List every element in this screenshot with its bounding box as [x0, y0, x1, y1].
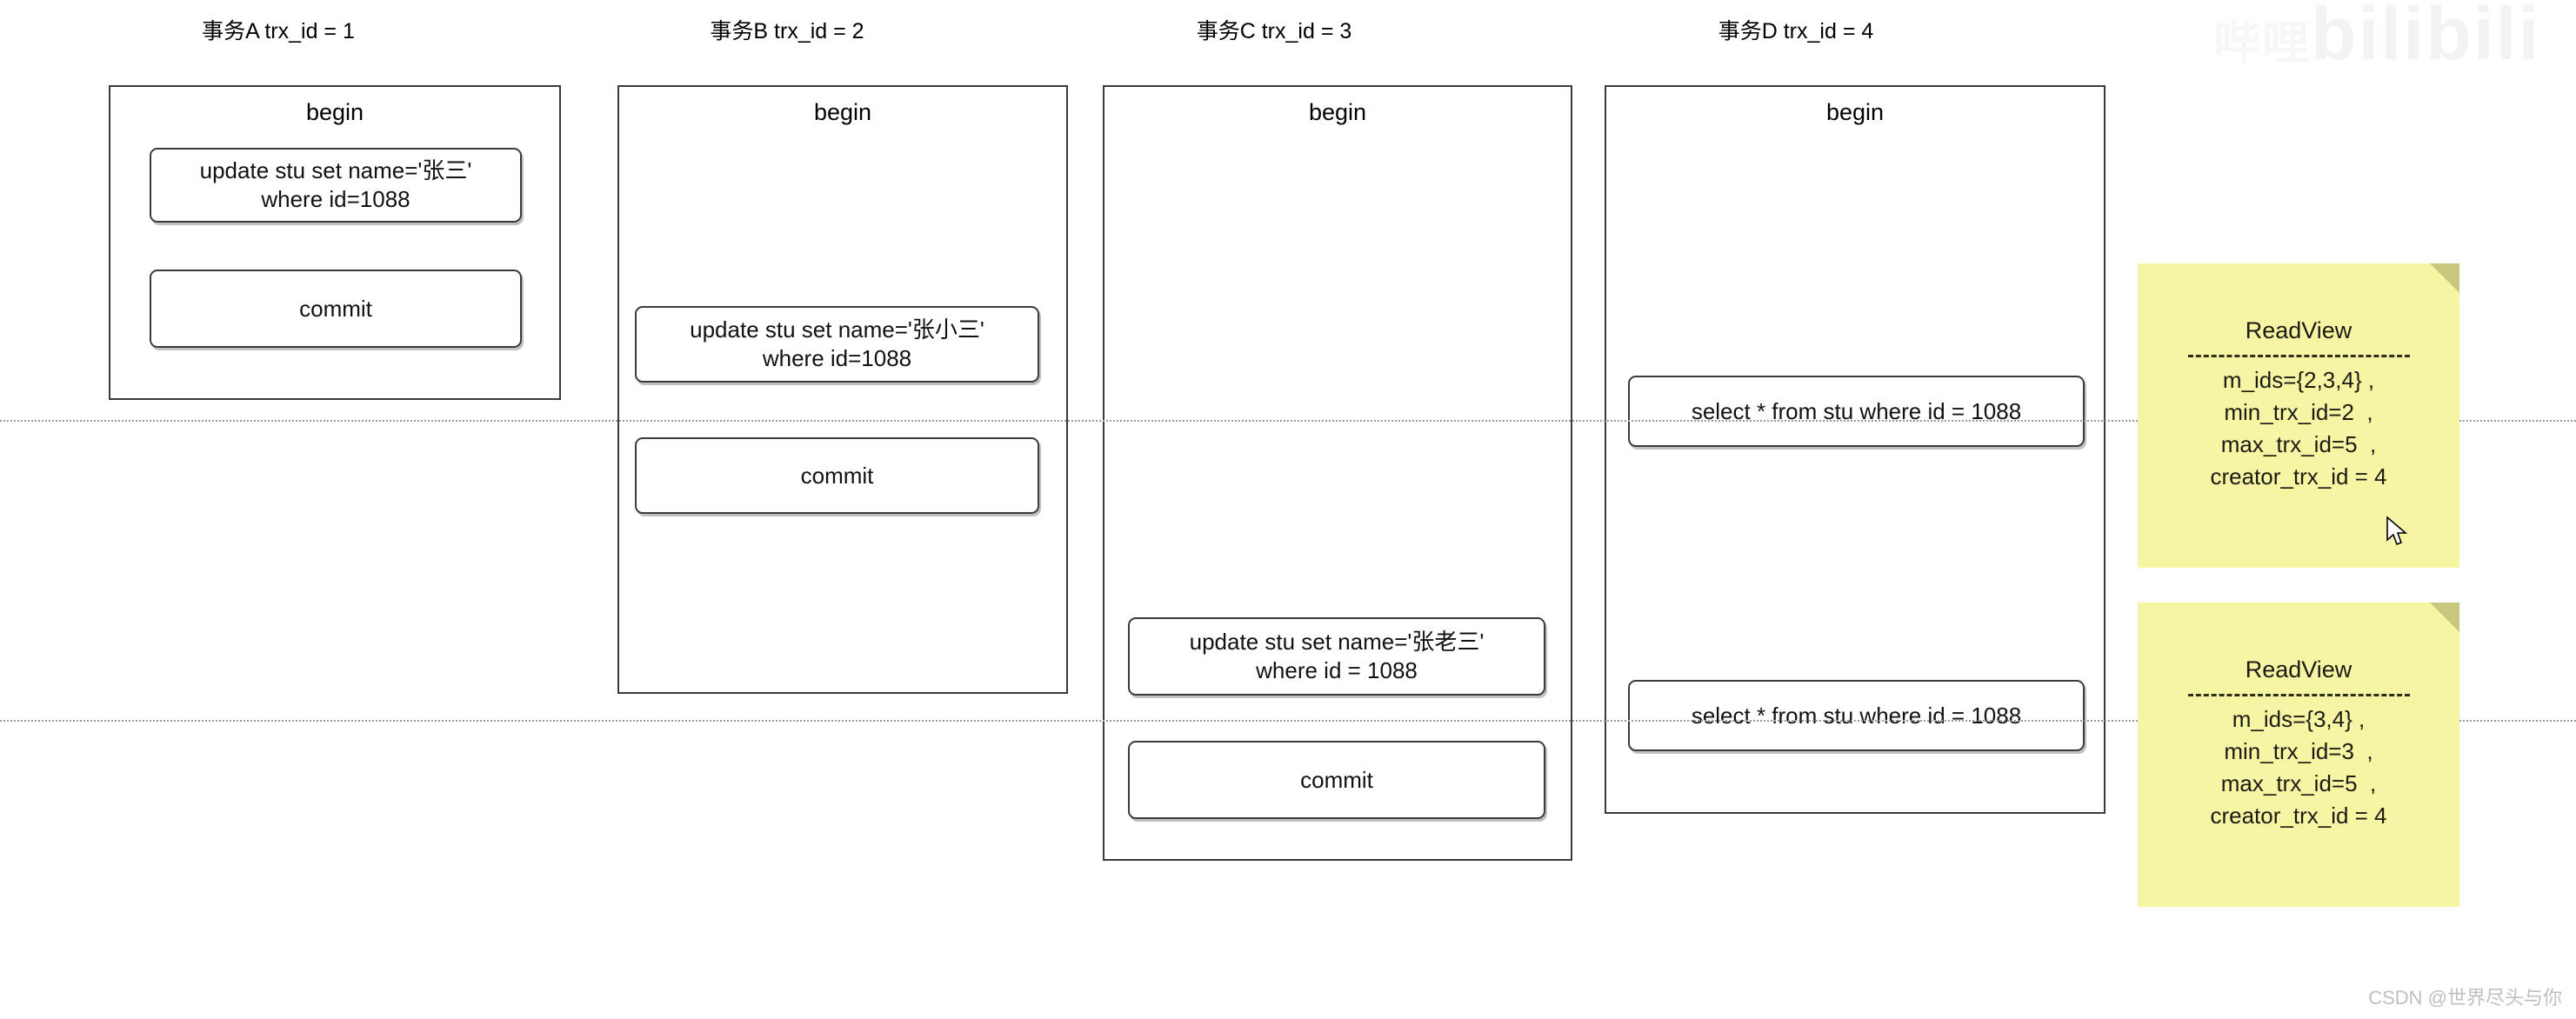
readview-note-2-separator	[2187, 694, 2410, 696]
transaction-c-update-statement[interactable]: update stu set name='张老三' where id = 108…	[1128, 617, 1545, 696]
bilibili-watermark: 哔哩bilibili	[2213, 0, 2576, 87]
readview-2-creator-trx-id: creator_trx_id = 4	[2210, 802, 2387, 829]
transaction-a-commit-statement[interactable]: commit	[150, 270, 522, 348]
readview-2-min-trx-id: min_trx_id=3 ,	[2224, 737, 2373, 764]
readview-1-m-ids: m_ids={2,3,4} ,	[2222, 367, 2375, 393]
readview-note-1: ReadView m_ids={2,3,4} , min_trx_id=2 , …	[2138, 263, 2459, 568]
readview-2-max-trx-id: max_trx_id=5 ,	[2220, 769, 2377, 796]
readview-note-2: ReadView m_ids={3,4} , min_trx_id=3 , ma…	[2138, 603, 2459, 907]
transaction-d-select-statement-2[interactable]: select * from stu where id = 1088	[1628, 680, 2085, 751]
bilibili-watermark-en: bilibili	[2311, 0, 2541, 76]
readview-1-creator-trx-id: creator_trx_id = 4	[2210, 463, 2387, 490]
transaction-c-commit-text: commit	[1300, 766, 1373, 793]
transaction-b-update-text: update stu set name='张小三' where id=1088	[690, 316, 984, 371]
readview-note-2-title: ReadView	[2245, 656, 2352, 683]
transaction-a-header: 事务A trx_id = 1	[202, 19, 355, 43]
readview-note-1-separator	[2187, 355, 2410, 357]
bilibili-watermark-cn: 哔哩	[2213, 17, 2311, 70]
note-fold-icon-2	[2430, 603, 2459, 632]
transaction-a-begin-label: begin	[305, 99, 364, 125]
transaction-d-header: 事务D trx_id = 4	[1718, 19, 1874, 43]
note-fold-icon-1	[2430, 263, 2459, 293]
readview-note-1-title: ReadView	[2245, 317, 2352, 343]
readview-2-m-ids: m_ids={3,4} ,	[2232, 706, 2366, 732]
transaction-c-commit-statement[interactable]: commit	[1128, 741, 1545, 819]
transaction-b-update-statement[interactable]: update stu set name='张小三' where id=1088	[635, 306, 1039, 383]
transaction-b-commit-statement[interactable]: commit	[635, 437, 1039, 514]
transaction-c-header: 事务C trx_id = 3	[1196, 19, 1352, 43]
transaction-d-select-text-2: select * from stu where id = 1088	[1691, 702, 2022, 729]
transaction-b-commit-text: commit	[800, 462, 874, 489]
readview-1-max-trx-id: max_trx_id=5 ,	[2220, 430, 2377, 457]
transaction-c-begin-label: begin	[1308, 99, 1367, 125]
transaction-a-box: begin	[109, 85, 561, 400]
transaction-c-update-text: update stu set name='张老三' where id = 108…	[1189, 629, 1485, 683]
transaction-b-box: begin	[617, 85, 1068, 694]
readview-note-1-body: m_ids={2,3,4} , min_trx_id=2 , max_trx_i…	[2138, 364, 2459, 493]
csdn-credit-watermark: CSDN @世界尽头与你	[2368, 987, 2562, 1009]
readview-1-min-trx-id: min_trx_id=2 ,	[2224, 398, 2373, 425]
transaction-b-begin-label: begin	[813, 99, 872, 125]
transaction-a-update-statement[interactable]: update stu set name='张三' where id=1088	[150, 148, 522, 223]
transaction-b-header: 事务B trx_id = 2	[710, 19, 864, 43]
readview-note-2-body: m_ids={3,4} , min_trx_id=3 , max_trx_id=…	[2138, 703, 2459, 832]
transaction-a-commit-text: commit	[299, 295, 372, 322]
transaction-d-select-statement-1[interactable]: select * from stu where id = 1088	[1628, 376, 2085, 447]
transaction-d-begin-label: begin	[1825, 99, 1885, 125]
transaction-a-update-text: update stu set name='张三' where id=1088	[199, 157, 472, 212]
